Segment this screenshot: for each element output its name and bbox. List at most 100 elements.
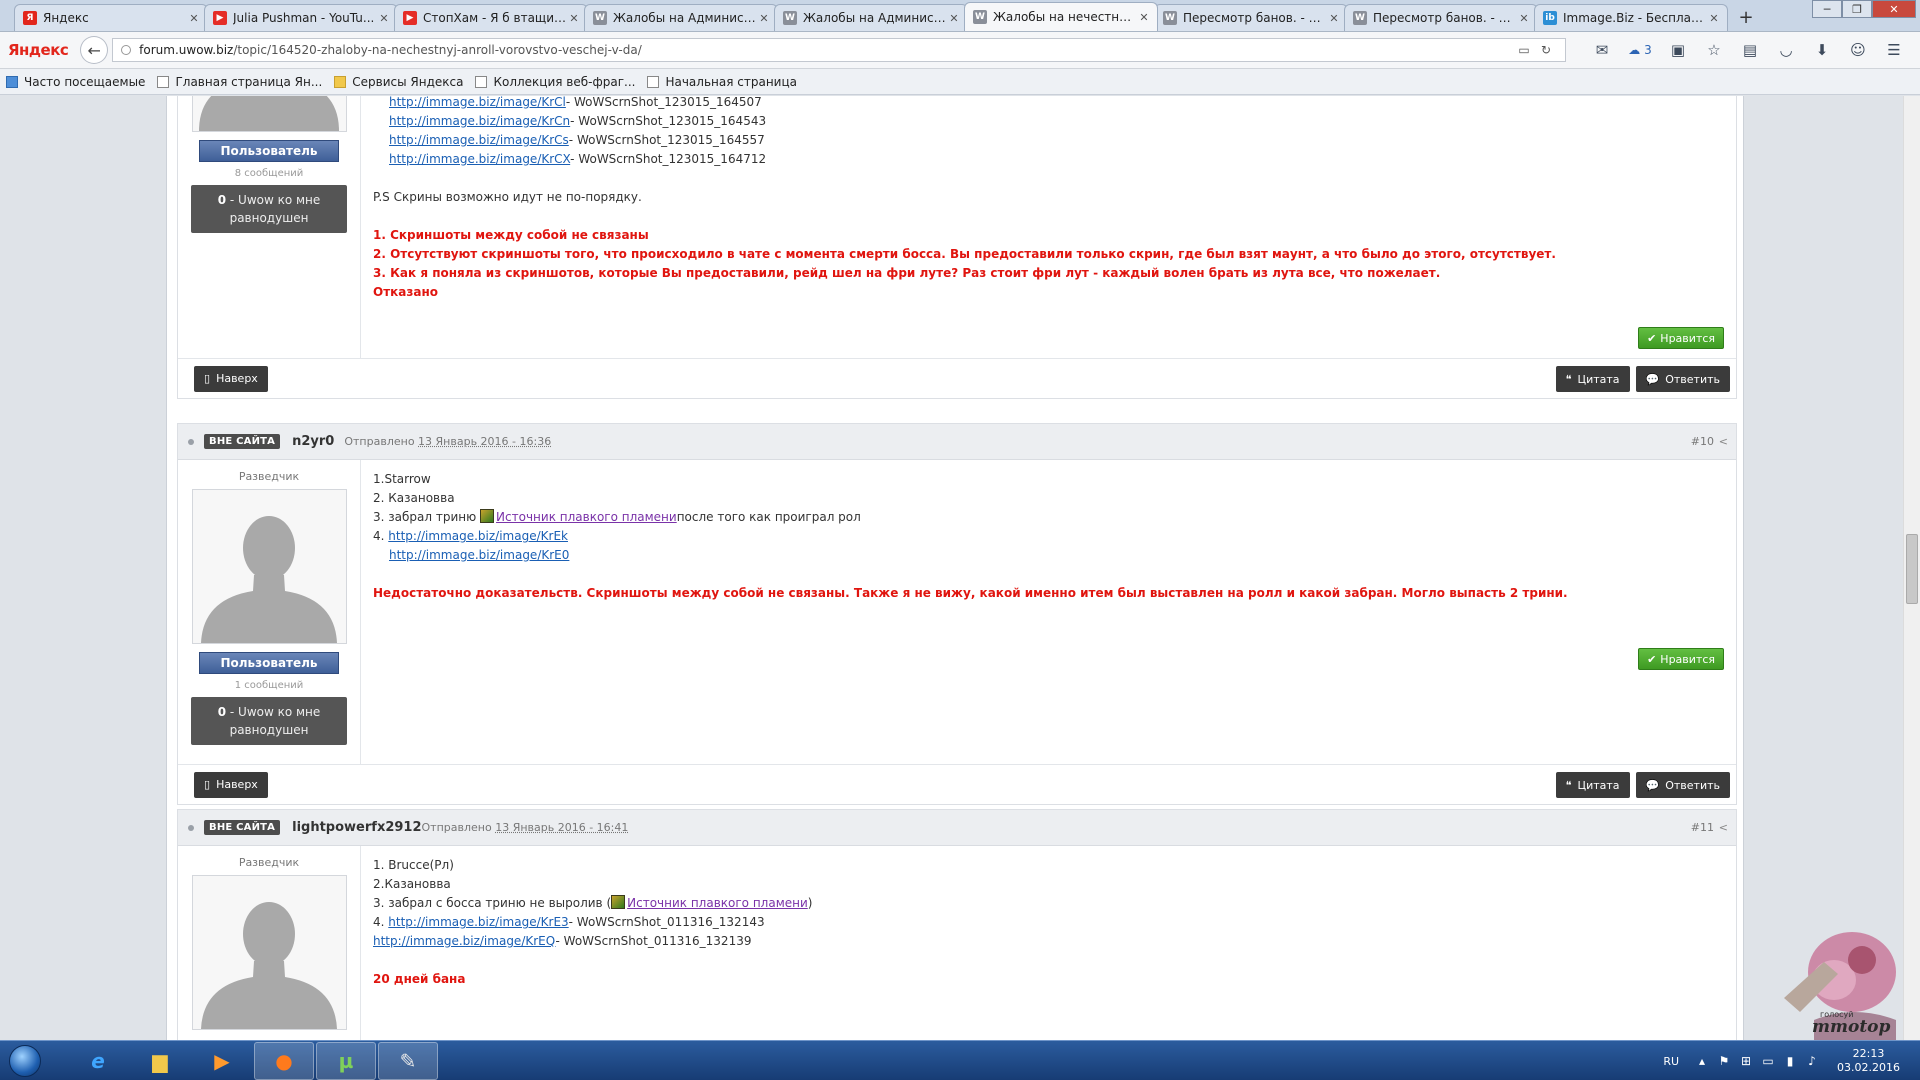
share-icon[interactable]: < [1719,435,1728,448]
minimize-button[interactable]: ─ [1812,0,1842,18]
avatar[interactable] [191,489,347,644]
screenshot-link[interactable]: http://immage.biz/image/KrEQ [373,934,556,948]
mail-icon[interactable]: ✉ [1584,41,1620,59]
quote-button[interactable]: ❝ Цитата [1555,366,1630,392]
taskbar-paint[interactable]: ✎ [378,1041,438,1080]
quote-button[interactable]: ❝ Цитата [1555,772,1630,798]
browser-tab[interactable]: W Жалобы на нечестны... ✕ [964,2,1158,31]
browser-tab[interactable]: W Пересмотр банов. - С... ✕ [1154,4,1348,31]
browser-tab[interactable]: ▶ Julia Pushman - YouTu... ✕ [204,4,398,31]
avatar[interactable] [191,875,347,1030]
restore-button[interactable]: ❐ [1842,0,1872,18]
bookmark-star-icon[interactable]: ☆ [1696,41,1732,59]
like-button[interactable]: ✔ Нравится [1638,327,1724,349]
tab-close-icon[interactable]: ✕ [1327,12,1341,25]
post-header: ВНЕ САЙТА n2yr0 Отправлено 13 Январь 201… [178,424,1736,460]
tab-close-icon[interactable]: ✕ [757,12,771,25]
bookmark-start-page[interactable]: Начальная страница [647,75,797,89]
reader-mode-icon[interactable]: ▭ [1513,43,1535,57]
download-icon[interactable]: ⬇ [1804,41,1840,59]
browser-tab[interactable]: Я Яндекс ✕ [14,4,208,31]
screenshot-link[interactable]: http://immage.biz/image/KrEk [388,529,568,543]
show-hidden-icons-icon[interactable]: ▴ [1691,1054,1713,1068]
bookmark-yandex-home[interactable]: Главная страница Ян... [157,75,322,89]
reload-icon[interactable]: ↻ [1535,43,1557,57]
back-to-top-button[interactable]: ▯ Наверх [194,365,268,392]
screenshot-link[interactable]: http://immage.biz/image/KrCn [389,114,570,128]
tab-close-icon[interactable]: ✕ [567,12,581,25]
start-button[interactable] [0,1041,50,1080]
tab-close-icon[interactable]: ✕ [377,12,391,25]
bookmark-most-visited[interactable]: Часто посещаемые [6,75,145,89]
tab-close-icon[interactable]: ✕ [947,12,961,25]
clock[interactable]: 22:13 03.02.2016 [1837,1047,1900,1075]
posted-date-link[interactable]: 13 Январь 2016 - 16:41 [495,821,628,834]
item-link[interactable]: Источник плавкого пламени [496,510,677,524]
button-label: Наверх [216,372,258,385]
tab-close-icon[interactable]: ✕ [1517,12,1531,25]
windows-icon[interactable]: ⊞ [1735,1054,1757,1068]
post-author-name[interactable]: lightpowerfx2912 [292,820,421,835]
new-tab-button[interactable]: + [1732,4,1760,31]
language-indicator[interactable]: RU [1663,1055,1679,1068]
bookmark-yandex-services[interactable]: Сервисы Яндекса [334,75,463,89]
browser-tab[interactable]: W Пересмотр банов. - С... ✕ [1344,4,1538,31]
taskbar-ie[interactable]: e [68,1042,128,1080]
like-button[interactable]: ✔ Нравится [1638,648,1724,670]
browser-tab[interactable]: ▶ СтопХам - Я б втащил... ✕ [394,4,588,31]
window-controls: ─ ❐ ✕ [1812,0,1916,18]
share-icon[interactable]: < [1719,821,1728,834]
tab-close-icon[interactable]: ✕ [1137,11,1151,24]
post-number[interactable]: #10 [1691,435,1714,448]
network-icon[interactable]: ▮ [1779,1054,1801,1068]
forum-post-10: ВНЕ САЙТА n2yr0 Отправлено 13 Январь 201… [177,423,1737,805]
post-number[interactable]: #11 [1691,821,1714,834]
post-author-name[interactable]: n2yr0 [292,434,334,449]
site-info-icon[interactable] [121,45,132,55]
bookmark-web-collection[interactable]: Коллекция веб-фраг... [475,75,635,89]
avatar[interactable] [191,96,347,132]
post-line: 4. http://immage.biz/image/KrEk [373,527,1724,546]
browser-tab[interactable]: ib Immage.Biz - Бесплатн... ✕ [1534,4,1728,31]
address-url[interactable]: forum.uwow.biz/topic/164520-zhaloby-na-n… [139,43,1513,57]
button-label: Ответить [1665,778,1720,792]
weather-cloud-icon[interactable]: ☁ 3 [1620,43,1660,57]
tab-close-icon[interactable]: ✕ [1707,12,1721,25]
taskbar-explorer[interactable]: ▆ [130,1042,190,1080]
post-date: Отправлено 13 Январь 2016 - 16:36 [344,435,551,448]
reply-button[interactable]: 💬 Ответить [1635,366,1730,392]
monitor-icon[interactable]: ▭ [1757,1054,1779,1068]
menu-icon[interactable]: ☰ [1876,41,1912,59]
taskbar-utorrent[interactable]: µ [316,1041,376,1080]
pocket-icon[interactable]: ◡ [1768,41,1804,59]
yandex-logo[interactable]: Яндекс [8,41,69,59]
screenshot-link[interactable]: http://immage.biz/image/KrCl [389,96,566,109]
back-to-top-button[interactable]: ▯ Наверх [194,771,268,798]
post-count: 1 сообщений [234,680,304,691]
taskbar-media-player[interactable]: ▶ [192,1042,252,1080]
back-button[interactable]: ← [80,36,109,64]
address-bar[interactable]: forum.uwow.biz/topic/164520-zhaloby-na-n… [112,38,1566,62]
bookmarks-list-icon[interactable]: ▤ [1732,41,1768,59]
page-scrollbar[interactable] [1903,96,1920,1040]
browser-tab[interactable]: W Жалобы на Админист... ✕ [774,4,968,31]
posted-date-link[interactable]: 13 Январь 2016 - 16:36 [418,435,551,448]
volume-icon[interactable]: ♪ [1801,1054,1823,1068]
action-center-flag-icon[interactable]: ⚑ [1713,1054,1735,1068]
offline-badge: ВНЕ САЙТА [204,434,281,449]
mmotop-vote-badge[interactable]: голосуй mmotop [1764,920,1904,1040]
chat-icon[interactable]: ☺ [1840,41,1876,59]
screenshot-link[interactable]: http://immage.biz/image/KrE3 [388,915,568,929]
scrollbar-thumb[interactable] [1906,534,1918,604]
screenshot-link[interactable]: http://immage.biz/image/KrE0 [389,548,569,562]
browser-tab[interactable]: W Жалобы на Админист... ✕ [584,4,778,31]
screenshot-link[interactable]: http://immage.biz/image/KrCs [389,133,569,147]
reply-button[interactable]: 💬 Ответить [1635,772,1730,798]
taskbar-browser[interactable]: ● [254,1041,314,1080]
post-line: 1.Starrow [373,472,431,486]
extension-p-icon[interactable]: ▣ [1660,41,1696,59]
tab-close-icon[interactable]: ✕ [187,12,201,25]
item-link[interactable]: Источник плавкого пламени [627,896,808,910]
screenshot-link[interactable]: http://immage.biz/image/KrCX [389,152,570,166]
close-window-button[interactable]: ✕ [1872,0,1916,18]
